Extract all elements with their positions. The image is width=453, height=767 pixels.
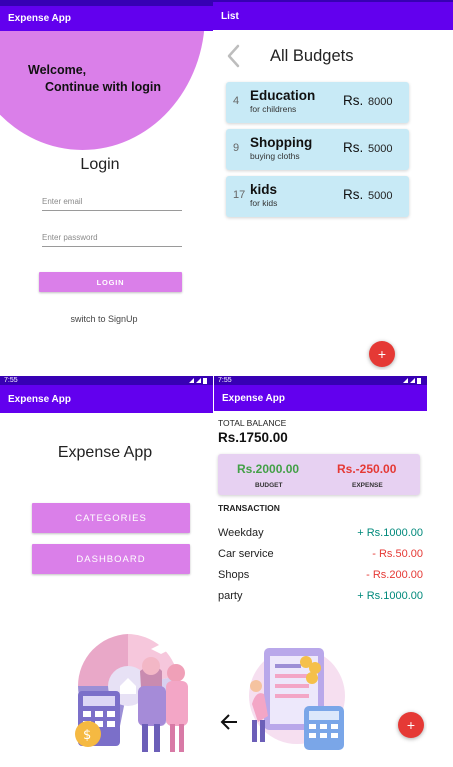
app-bar: Expense App [0, 6, 213, 31]
budget-amount: 8000 [368, 96, 393, 108]
signup-link[interactable]: switch to SignUp [0, 314, 208, 324]
home-heading: Expense App [57, 444, 153, 461]
password-field[interactable]: Enter password [42, 227, 182, 247]
budget-card[interactable]: 17 kids for kids Rs. 5000 [226, 176, 409, 217]
transaction-name: party [218, 590, 243, 602]
budget-name: Education [250, 88, 316, 103]
welcome-text: Welcome, [28, 63, 87, 77]
add-icon: + [377, 346, 387, 362]
budget-currency: Rs. [343, 140, 364, 155]
app-title: Expense App [222, 392, 285, 404]
login-screen: Expense App Welcome, Continue with login… [0, 0, 213, 370]
app-bar: List [213, 2, 453, 30]
budget-label: BUDGET [255, 482, 283, 489]
app-title: Expense App [8, 13, 71, 24]
budget-number: 17 [233, 189, 246, 201]
transaction-name: Weekday [218, 527, 264, 539]
add-icon: + [406, 717, 416, 733]
expense-label: EXPENSE [352, 482, 383, 489]
app-title: Expense App [8, 393, 71, 405]
add-transaction-button[interactable]: + [398, 712, 424, 738]
transaction-amount: + Rs.1000.00 [357, 590, 423, 602]
budget-value: Rs.2000.00 [237, 462, 300, 476]
email-placeholder: Enter email [42, 197, 83, 206]
transaction-name: Shops [218, 569, 250, 581]
continue-text: Continue with login [45, 80, 161, 94]
status-bar: 7:55 [214, 376, 427, 385]
categories-button[interactable]: CATEGORIES [32, 503, 190, 533]
budget-amount: 5000 [368, 190, 393, 202]
page-title: All Budgets [270, 47, 354, 65]
budgets-screen: List All Budgets 4 Education for childre… [213, 0, 453, 370]
status-time: 7:55 [4, 377, 18, 384]
add-budget-button[interactable]: + [369, 341, 395, 367]
transaction-row[interactable]: Shops - Rs.200.00 [218, 569, 423, 585]
transaction-row[interactable]: Car service - Rs.50.00 [218, 548, 423, 564]
summary-card: Rs.2000.00 Rs.-250.00 BUDGET EXPENSE [218, 454, 420, 495]
budget-description: for childrens [250, 104, 297, 114]
transaction-amount: - Rs.200.00 [366, 569, 423, 581]
home-screen: 7:55 Expense App Expense App CATEGORIES … [0, 376, 213, 767]
budget-description: for kids [250, 198, 278, 208]
email-field[interactable]: Enter email [42, 191, 182, 211]
svg-text:$: $ [83, 728, 91, 743]
transaction-amount: + Rs.1000.00 [357, 527, 423, 539]
transaction-row[interactable]: party + Rs.1000.00 [218, 590, 423, 606]
bill-calculator-illustration [249, 648, 345, 750]
password-placeholder: Enter password [42, 233, 98, 242]
login-heading: Login [80, 156, 120, 173]
total-balance-label: TOTAL BALANCE [218, 418, 287, 428]
login-button[interactable]: LOGIN [39, 272, 182, 292]
battery-icon [403, 378, 421, 384]
transaction-amount: - Rs.50.00 [372, 548, 423, 560]
status-bar: 7:55 [0, 376, 213, 385]
budget-currency: Rs. [343, 187, 364, 202]
dashboard-button[interactable]: DASHBOARD [32, 544, 190, 574]
back-chevron-icon[interactable] [223, 43, 245, 69]
app-bar: Expense App [214, 385, 427, 411]
budget-name: Shopping [250, 135, 313, 150]
budget-card[interactable]: 9 Shopping buying cloths Rs. 5000 [226, 129, 409, 170]
dashboard-screen: 7:55 Expense App TOTAL BALANCE Rs.1750.0… [214, 376, 427, 767]
transactions-title: TRANSACTION [218, 503, 280, 513]
budget-number: 9 [233, 142, 240, 154]
budget-description: buying cloths [250, 151, 300, 161]
budget-name: kids [250, 182, 278, 197]
battery-icon [189, 378, 207, 384]
status-time: 7:55 [218, 377, 232, 384]
budget-number: 4 [233, 95, 240, 107]
expense-value: Rs.-250.00 [337, 462, 397, 476]
budget-amount: 5000 [368, 143, 393, 155]
budget-currency: Rs. [343, 93, 364, 108]
back-arrow-icon[interactable] [220, 714, 238, 730]
total-balance-value: Rs.1750.00 [218, 430, 288, 445]
app-title: List [221, 10, 239, 22]
transaction-row[interactable]: Weekday + Rs.1000.00 [218, 527, 423, 543]
budget-card[interactable]: 4 Education for childrens Rs. 8000 [226, 82, 409, 123]
app-bar: Expense App [0, 385, 213, 413]
transaction-name: Car service [218, 548, 274, 560]
finance-illustration: $ [75, 634, 188, 752]
